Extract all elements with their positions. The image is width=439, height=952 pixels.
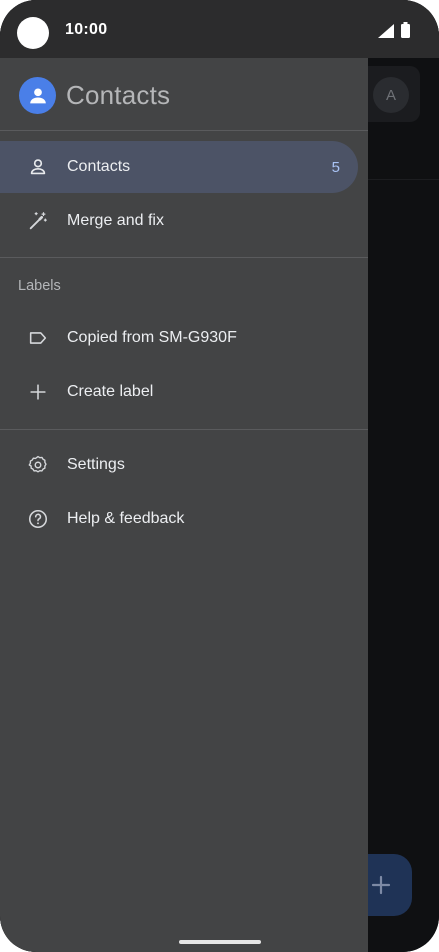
section-divider	[0, 429, 368, 430]
plus-icon	[30, 384, 46, 400]
battery-icon	[401, 22, 410, 38]
account-avatar[interactable]: A	[373, 77, 409, 113]
gear-icon	[28, 455, 47, 473]
drawer-item-contacts[interactable]: Contacts 5	[0, 141, 358, 193]
status-bar: 10:00	[0, 0, 439, 58]
home-gesture-bar[interactable]	[179, 940, 261, 944]
label-tag-icon	[29, 332, 47, 344]
phone-screen: A 10:00 Contacts Contacts 5 Merge and fi…	[0, 0, 439, 952]
drawer-item-create-label[interactable]: Create label	[0, 366, 358, 418]
app-title: Contacts	[66, 80, 171, 110]
signal-icon	[378, 24, 394, 38]
drawer-item-label: Merge and fix	[67, 212, 164, 229]
background-divider	[368, 179, 439, 180]
contacts-count-badge: 5	[331, 158, 340, 176]
camera-cutout	[17, 17, 49, 49]
plus-icon	[371, 875, 391, 895]
drawer-item-label-copied-from[interactable]: Copied from SM-G930F	[0, 312, 358, 364]
drawer-item-label: Contacts	[67, 158, 131, 175]
labels-section-heading: Labels	[18, 278, 61, 294]
drawer-item-label: Create label	[67, 383, 154, 400]
navigation-drawer: Contacts Contacts 5 Merge and fix Labels	[0, 58, 368, 952]
drawer-item-label: Copied from SM-G930F	[67, 329, 237, 346]
magic-wand-icon	[29, 212, 47, 230]
drawer-item-merge-and-fix[interactable]: Merge and fix	[0, 195, 358, 247]
contacts-logo-icon	[19, 77, 56, 114]
status-time: 10:00	[65, 21, 108, 38]
help-circle-icon	[28, 509, 48, 529]
drawer-item-label: Settings	[67, 456, 125, 473]
person-icon	[30, 159, 46, 175]
section-divider	[0, 257, 368, 258]
drawer-header: Contacts	[0, 58, 368, 131]
drawer-item-label: Help & feedback	[67, 510, 185, 527]
drawer-item-settings[interactable]: Settings	[0, 439, 358, 491]
drawer-item-help-feedback[interactable]: Help & feedback	[0, 493, 358, 545]
